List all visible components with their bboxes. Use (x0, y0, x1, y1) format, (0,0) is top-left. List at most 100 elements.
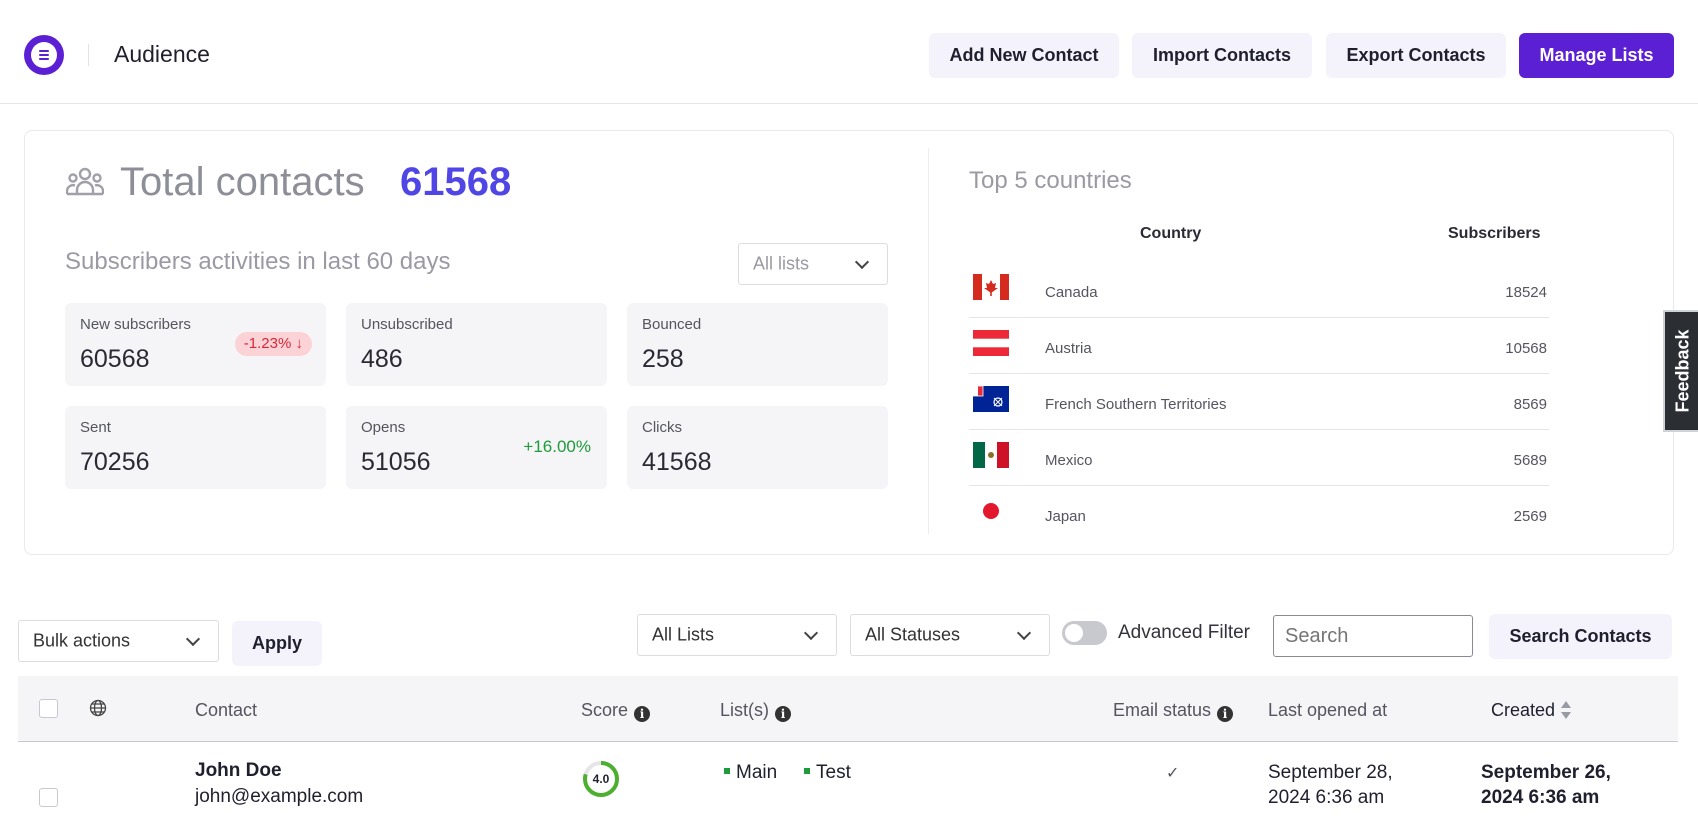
import-contacts-button[interactable]: Import Contacts (1132, 33, 1312, 78)
stat-value: 70256 (80, 448, 150, 476)
stat-label: Sent (80, 419, 111, 436)
email-status-column-header[interactable]: Email status i (1113, 700, 1234, 722)
globe-icon (89, 699, 107, 717)
country-name: French Southern Territories (1045, 396, 1227, 413)
page-header: Audience Add New Contact Import Contacts… (0, 0, 1698, 104)
info-icon[interactable]: i (634, 706, 651, 722)
country-subscribers: 10568 (1505, 340, 1547, 357)
arrow-down-icon: ↓ (295, 335, 304, 352)
stat-new-subscribers: New subscribers 60568 -1.23% ↓ (65, 303, 326, 386)
japan-flag-icon (973, 498, 1009, 524)
score-gauge: 4.0 (582, 760, 620, 798)
list-tag: Test (804, 762, 851, 784)
chevron-down-icon (1016, 625, 1032, 641)
lists-filter-select[interactable]: All Lists (637, 614, 837, 656)
contact-name[interactable]: John Doe (195, 760, 282, 782)
green-square-icon (804, 768, 810, 774)
country-row: Austria 10568 (969, 318, 1549, 374)
stat-value: 258 (642, 345, 684, 373)
stat-label: Bounced (642, 316, 702, 333)
statuses-filter-select[interactable]: All Statuses (850, 614, 1050, 656)
created-date: September 26, 2024 6:36 am (1481, 762, 1611, 808)
last-opened-date: September 28, 2024 6:36 am (1268, 762, 1393, 808)
stat-label: Unsubscribed (361, 316, 453, 333)
country-name: Austria (1045, 340, 1092, 357)
country-row: Mexico 5689 (969, 430, 1549, 486)
add-new-contact-button[interactable]: Add New Contact (929, 33, 1119, 78)
country-name: Mexico (1045, 452, 1093, 469)
activity-list-select-value: All lists (753, 253, 810, 274)
feedback-tab[interactable]: Feedback (1663, 310, 1698, 432)
select-all-checkbox[interactable] (39, 699, 58, 718)
chevron-down-icon (803, 625, 819, 641)
country-subscribers: 18524 (1505, 284, 1547, 301)
search-contacts-button[interactable]: Search Contacts (1489, 614, 1672, 659)
country-row: French Southern Territories 8569 (969, 374, 1549, 430)
users-icon (66, 167, 104, 196)
stat-value: 60568 (80, 345, 150, 373)
created-column-header[interactable]: Created (1491, 700, 1572, 721)
country-row: Canada 18524 (969, 262, 1549, 318)
stat-opens: Opens 51056 +16.00% (346, 406, 607, 489)
advanced-filter-toggle[interactable] (1062, 621, 1107, 645)
chevron-down-icon (854, 254, 870, 270)
list-tag: Main (724, 762, 777, 784)
page-title: Audience (114, 41, 210, 67)
email-status-check-icon: ✓ (1166, 765, 1180, 782)
total-contacts-value: 61568 (400, 160, 512, 204)
stat-sent: Sent 70256 (65, 406, 326, 489)
info-icon[interactable]: i (1217, 706, 1234, 722)
activity-list-select[interactable]: All lists (738, 243, 888, 285)
lists-filter-value: All Lists (652, 624, 715, 645)
score-value: 4.0 (592, 772, 610, 786)
country-subscribers: 8569 (1513, 396, 1547, 413)
advanced-filter-label: Advanced Filter (1118, 622, 1251, 643)
sort-icon[interactable] (1561, 701, 1572, 719)
contact-email: john@example.com (195, 786, 364, 807)
toggle-knob (1065, 624, 1083, 642)
row-checkbox[interactable] (39, 788, 58, 807)
canada-flag-icon (973, 274, 1009, 300)
country-subscribers: 5689 (1513, 452, 1547, 469)
stat-value: 51056 (361, 448, 431, 476)
bulk-actions-select[interactable]: Bulk actions (18, 620, 219, 662)
country-subscribers: 2569 (1513, 508, 1547, 525)
contacts-table-header: Contact Score i List(s) i Email status i La… (18, 676, 1678, 742)
country-column-header: Country (1140, 225, 1202, 242)
chevron-down-icon (185, 631, 201, 647)
stat-unsubscribed: Unsubscribed 486 (346, 303, 607, 386)
activities-title: Subscribers activities in last 60 days (65, 248, 451, 275)
trend-badge: -1.23% ↓ (234, 332, 312, 356)
last-opened-column-header: Last opened at (1268, 700, 1388, 720)
search-input[interactable] (1273, 615, 1473, 657)
statuses-filter-value: All Statuses (865, 624, 961, 645)
stat-clicks: Clicks 41568 (627, 406, 888, 489)
apply-button[interactable]: Apply (232, 621, 322, 666)
card-divider (928, 148, 929, 534)
country-name: Canada (1045, 284, 1098, 301)
total-contacts-label: Total contacts (120, 160, 365, 204)
export-contacts-button[interactable]: Export Contacts (1326, 33, 1506, 78)
info-icon[interactable]: i (775, 706, 791, 722)
stat-value: 41568 (642, 448, 712, 476)
feedback-label: Feedback (1672, 329, 1693, 413)
mexico-flag-icon (973, 442, 1009, 468)
bulk-actions-value: Bulk actions (33, 630, 131, 651)
lists-column-header[interactable]: List(s) i (720, 700, 791, 722)
french-southern-territories-flag-icon (973, 386, 1009, 412)
stat-label: Opens (361, 419, 406, 436)
subscribers-column-header: Subscribers (1448, 225, 1541, 242)
stat-value: 486 (361, 345, 403, 373)
stat-bounced: Bounced 258 (627, 303, 888, 386)
country-row: Japan 2569 (969, 486, 1549, 542)
country-name: Japan (1045, 508, 1086, 525)
header-divider (88, 44, 89, 66)
austria-flag-icon (973, 330, 1009, 356)
score-column-header[interactable]: Score i (581, 700, 651, 722)
contact-column-header: Contact (195, 700, 258, 720)
app-logo-icon[interactable] (24, 35, 64, 75)
stat-label: Clicks (642, 419, 682, 436)
trend-badge: +16.00% (523, 437, 591, 456)
green-square-icon (724, 768, 730, 774)
manage-lists-button[interactable]: Manage Lists (1519, 33, 1674, 78)
